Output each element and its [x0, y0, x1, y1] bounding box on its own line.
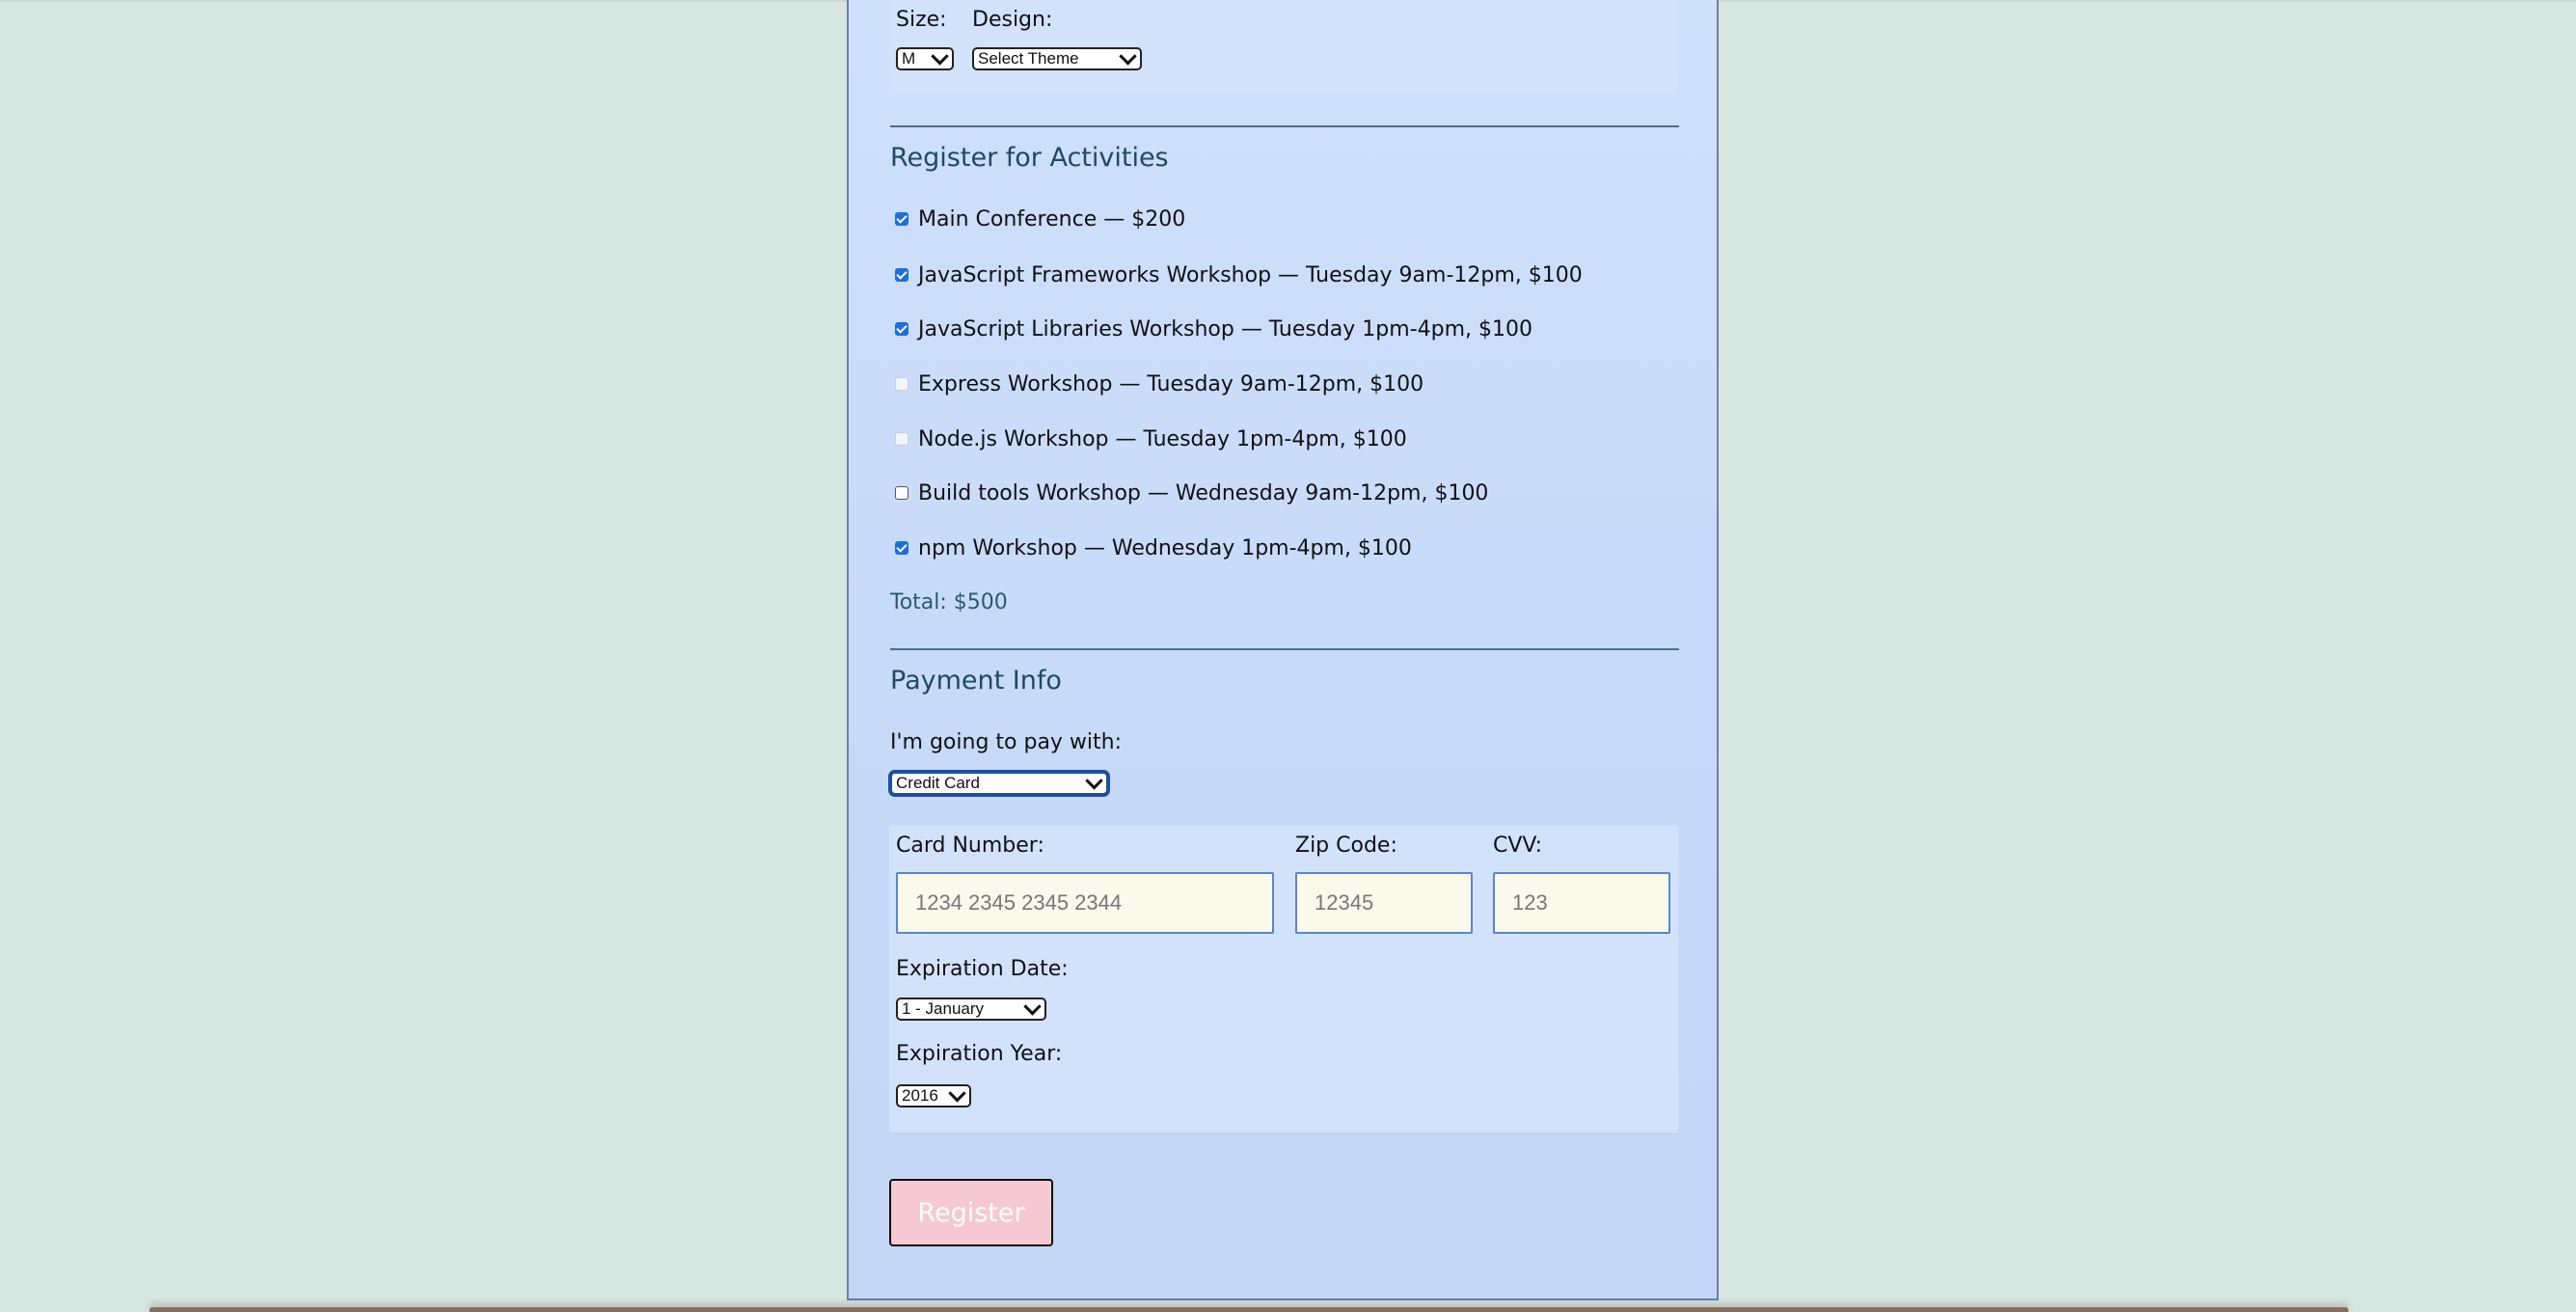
chevron-down-icon	[1119, 47, 1137, 66]
activity-label: npm Workshop — Wednesday 1pm-4pm, $100	[918, 535, 1412, 560]
design-label: Design:	[972, 8, 1053, 32]
section-divider	[890, 125, 1679, 127]
activity-label: JavaScript Frameworks Workshop — Tuesday…	[918, 262, 1583, 287]
tshirt-section: Size: M Design: Select Theme	[889, 0, 1678, 95]
registration-form: Size: M Design: Select Theme Register fo…	[847, 0, 1719, 1300]
cvv-placeholder: 123	[1512, 890, 1548, 915]
expiration-year-select[interactable]: 2016	[896, 1084, 971, 1107]
expiration-date-value: 1 - January	[902, 999, 985, 1018]
zip-code-label: Zip Code:	[1295, 834, 1397, 858]
design-select-value: Select Theme	[978, 49, 1079, 68]
card-number-input[interactable]: 1234 2345 2345 2344	[896, 872, 1274, 934]
zip-code-placeholder: 12345	[1315, 890, 1374, 915]
activity-checkbox[interactable]	[895, 432, 908, 446]
payment-method-value: Credit Card	[896, 774, 980, 792]
chevron-down-icon	[1085, 772, 1103, 790]
expiration-date-label: Expiration Date:	[896, 957, 1069, 981]
activity-label: Build tools Workshop — Wednesday 9am-12p…	[918, 480, 1489, 506]
activity-item[interactable]: Main Conference — $200	[895, 205, 1185, 232]
activities-total: Total: $500	[890, 590, 1008, 615]
activity-label: JavaScript Libraries Workshop — Tuesday …	[918, 316, 1533, 342]
payment-title: Payment Info	[890, 666, 1062, 696]
card-number-placeholder: 1234 2345 2345 2344	[915, 890, 1123, 915]
activity-label: Express Workshop — Tuesday 9am-12pm, $10…	[918, 371, 1424, 396]
chevron-down-icon	[931, 47, 949, 66]
section-divider	[890, 648, 1679, 650]
payment-method-label: I'm going to pay with:	[890, 730, 1123, 754]
activity-checkbox[interactable]	[895, 377, 908, 391]
size-label: Size:	[896, 8, 947, 32]
design-select[interactable]: Select Theme	[972, 47, 1142, 70]
activity-item[interactable]: Express Workshop — Tuesday 9am-12pm, $10…	[895, 370, 1424, 397]
expiration-date-select[interactable]: 1 - January	[896, 998, 1046, 1021]
register-button[interactable]: Register	[889, 1179, 1053, 1246]
activity-checkbox[interactable]	[895, 212, 908, 226]
activity-item[interactable]: Node.js Workshop — Tuesday 1pm-4pm, $100	[895, 425, 1407, 452]
activity-checkbox[interactable]	[895, 486, 908, 500]
chevron-down-icon	[1023, 998, 1042, 1016]
size-select[interactable]: M	[896, 47, 954, 70]
size-select-value: M	[902, 49, 916, 68]
bottom-edge-bar	[149, 1307, 2348, 1312]
activity-label: Node.js Workshop — Tuesday 1pm-4pm, $100	[918, 426, 1407, 451]
credit-card-section: Card Number: 1234 2345 2345 2344 Zip Cod…	[889, 826, 1678, 1133]
activity-label: Main Conference — $200	[918, 206, 1186, 232]
activity-checkbox[interactable]	[895, 541, 908, 555]
expiration-year-label: Expiration Year:	[896, 1042, 1063, 1066]
activity-checkbox[interactable]	[895, 268, 908, 282]
activity-item[interactable]: Build tools Workshop — Wednesday 9am-12p…	[895, 479, 1488, 506]
activities-title: Register for Activities	[890, 143, 1169, 173]
chevron-down-icon	[948, 1084, 966, 1103]
activity-item[interactable]: npm Workshop — Wednesday 1pm-4pm, $100	[895, 534, 1412, 561]
cvv-label: CVV:	[1493, 834, 1543, 858]
cvv-input[interactable]: 123	[1493, 872, 1670, 934]
expiration-year-value: 2016	[902, 1086, 938, 1105]
activity-item[interactable]: JavaScript Frameworks Workshop — Tuesday…	[895, 261, 1583, 288]
activity-checkbox[interactable]	[895, 322, 908, 336]
payment-method-select[interactable]: Credit Card	[890, 772, 1108, 795]
zip-code-input[interactable]: 12345	[1295, 872, 1473, 934]
card-number-label: Card Number:	[896, 834, 1044, 858]
activity-item[interactable]: JavaScript Libraries Workshop — Tuesday …	[895, 315, 1532, 342]
